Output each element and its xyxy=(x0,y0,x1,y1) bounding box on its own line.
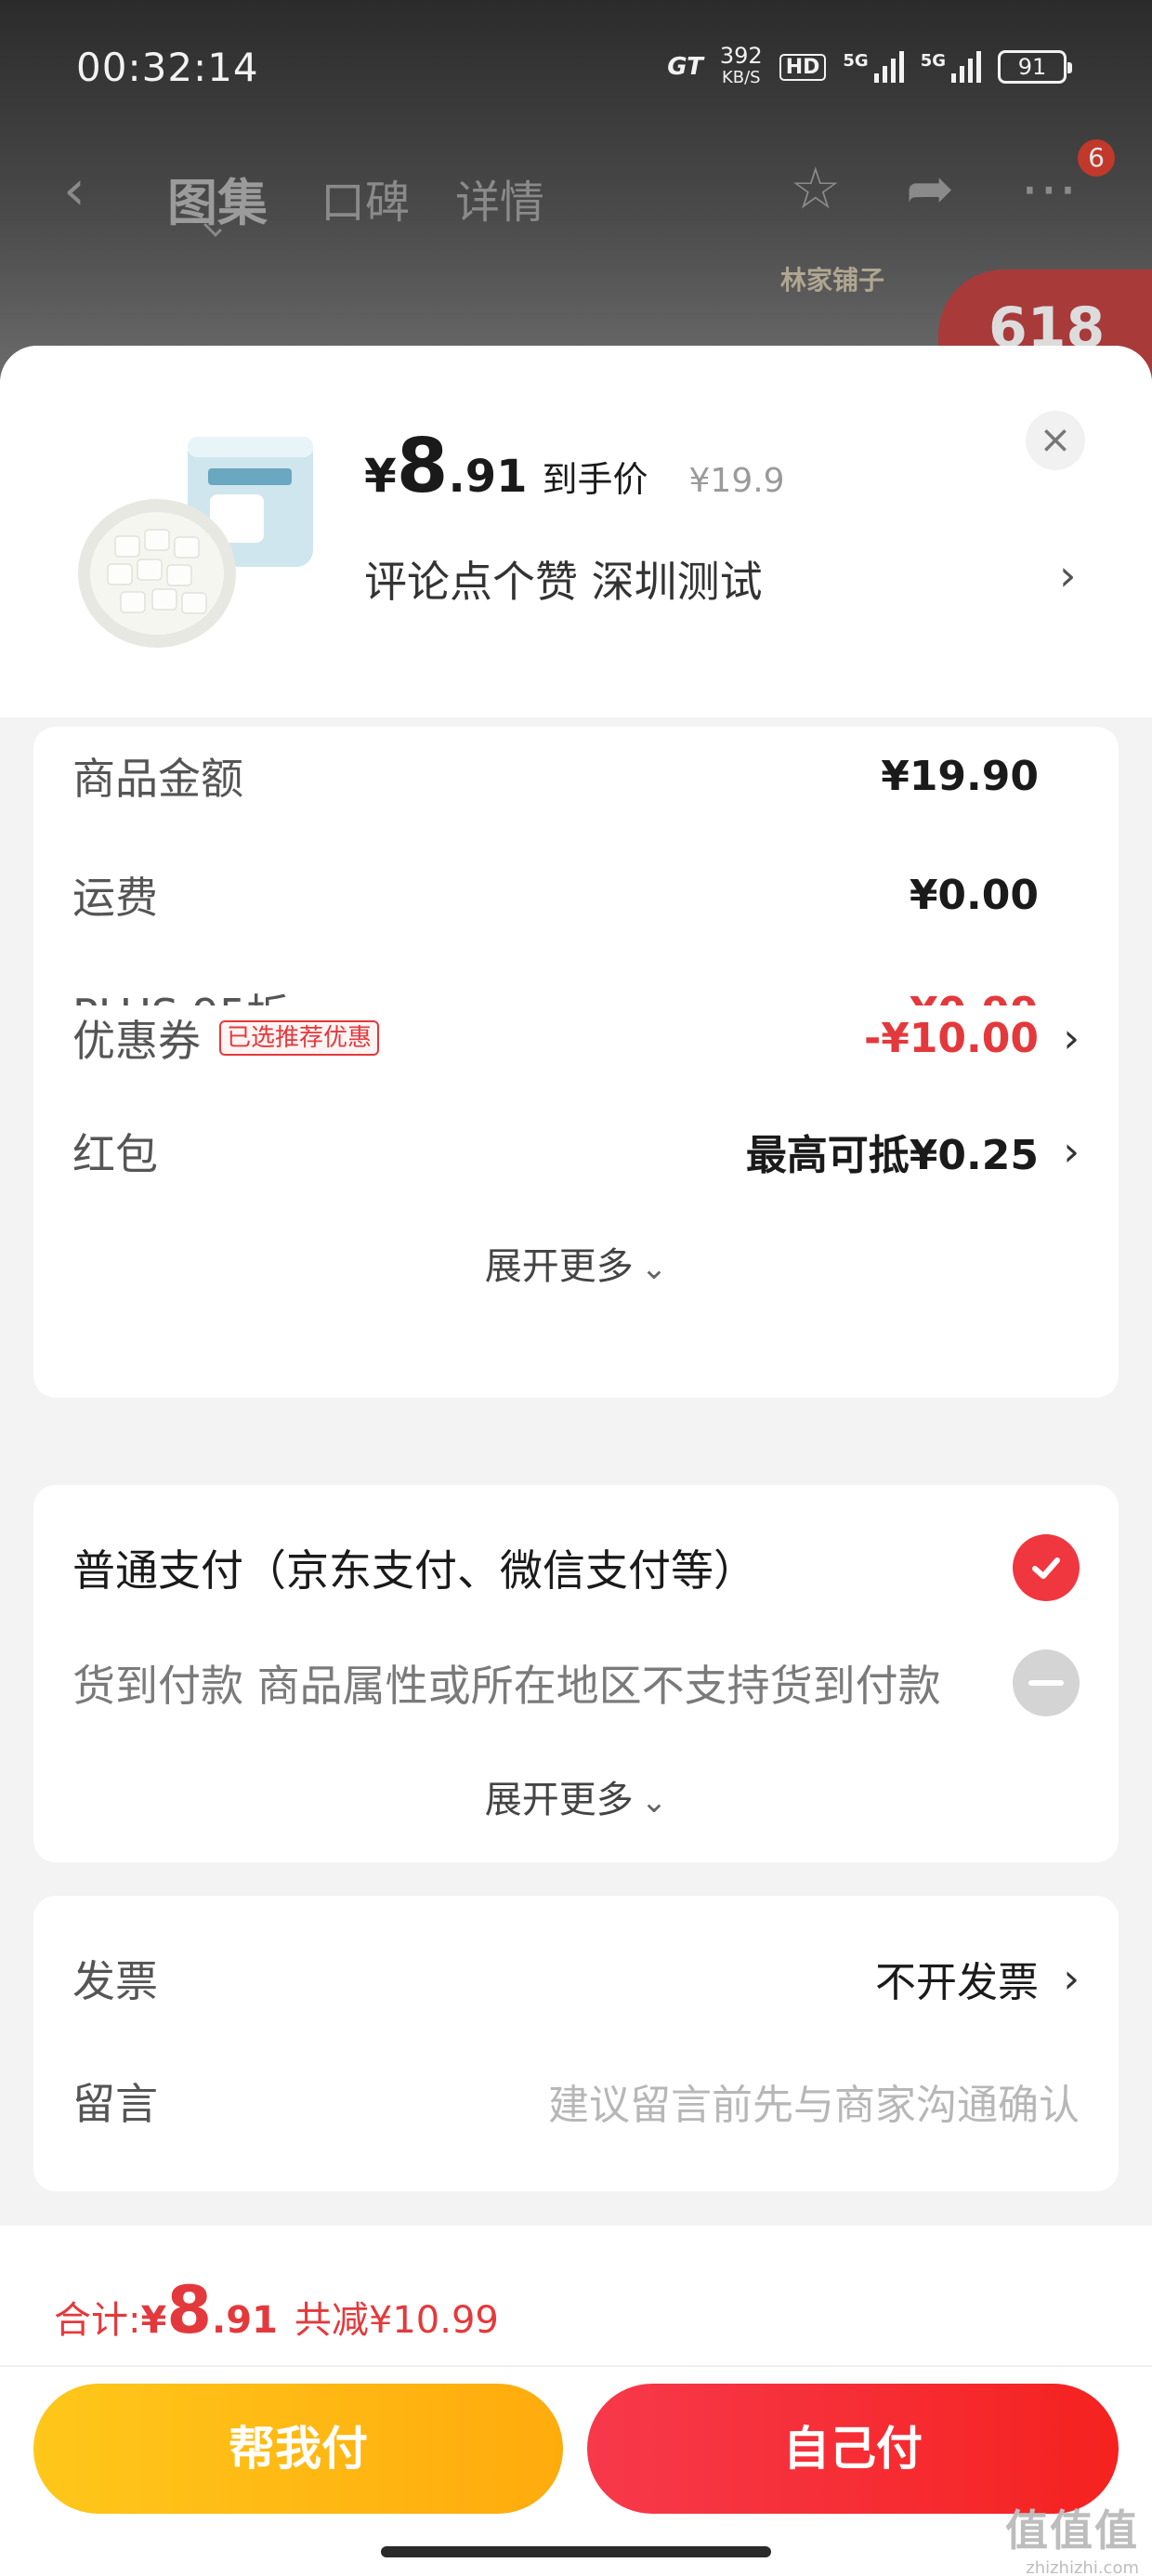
row-label: 商品金额 xyxy=(72,754,243,804)
signal-label: 5G xyxy=(920,51,946,71)
coupon-tag: 已选推荐优惠 xyxy=(219,1020,380,1056)
message-row[interactable]: 留言 建议留言前先与商家沟通确认 xyxy=(72,2069,1080,2134)
row-value: ¥19.90 xyxy=(881,752,1039,800)
price-symbol: ¥ xyxy=(364,449,397,503)
price-row-goods: 商品金额 ¥19.90 xyxy=(72,743,1080,808)
chevron-left-icon[interactable]: ‹ xyxy=(63,163,100,218)
total-decimal: .91 xyxy=(212,2299,278,2342)
product-image xyxy=(69,420,329,652)
net-speed-unit: KB/S xyxy=(721,68,761,87)
row-label: 运费 xyxy=(72,873,158,923)
payment-option-label: 货到付款 商品属性或所在地区不支持货到付款 xyxy=(72,1661,941,1711)
checkout-footer: 合计: ¥ 8 .91 共减¥10.99 帮我付 自己付 值值值 zhizhiz… xyxy=(0,2226,1152,2576)
invoice-row[interactable]: 发票 不开发票 › xyxy=(72,1946,1080,2011)
row-value: -¥10.00 › xyxy=(863,1014,1080,1062)
original-price: ¥19.9 xyxy=(688,462,785,500)
watermark-logo: 值值值 xyxy=(1005,2505,1139,2556)
close-button[interactable]: × xyxy=(1026,411,1085,470)
chevron-down-icon: ⌄ xyxy=(640,1783,668,1820)
price-row-coupon[interactable]: 优惠券 已选推荐优惠 -¥10.00 › xyxy=(72,1005,1080,1071)
star-icon[interactable]: ☆ xyxy=(790,160,842,217)
payment-option-cod: 货到付款 商品属性或所在地区不支持货到付款 xyxy=(72,1649,1080,1716)
price-row-red-packet[interactable]: 红包 最高可抵¥0.25 › xyxy=(72,1119,1080,1184)
expand-more-button[interactable]: 展开更多 ⌄ xyxy=(33,1236,1119,1290)
product-nav-bar: ‹ 图集 口碑 详情 ☆ ➦ ⋯ 6 xyxy=(0,139,1152,242)
background-brand-label: 林家铺子 xyxy=(780,265,885,296)
signal-label: 5G xyxy=(843,51,869,71)
pay-myself-button[interactable]: 自己付 xyxy=(587,2384,1119,2514)
status-time: 00:32:14 xyxy=(76,45,259,90)
net-speed-value: 392 xyxy=(719,43,763,69)
chevron-down-icon: ⌄ xyxy=(640,1250,668,1287)
order-total: 合计: ¥ 8 .91 共减¥10.99 xyxy=(54,2272,499,2348)
price-row-shipping: 运费 ¥0.00 xyxy=(72,862,1080,927)
expand-more-button[interactable]: 展开更多 ⌄ xyxy=(33,1769,1119,1823)
home-indicator[interactable] xyxy=(381,2546,771,2557)
hd-badge: HD xyxy=(779,53,827,81)
total-label: 合计: xyxy=(54,2299,141,2342)
price-integer: 8 xyxy=(396,423,449,509)
product-summary: ¥ 8 .91 到手价 ¥19.9 评论点个赞 深圳测试 › × xyxy=(0,346,1152,717)
battery-level: 91 xyxy=(1017,54,1047,80)
chevron-right-icon: › xyxy=(1063,1127,1080,1176)
chevron-right-icon[interactable]: › xyxy=(1059,550,1076,600)
product-spec[interactable]: 评论点个赞 深圳测试 xyxy=(364,548,763,610)
message-label: 留言 xyxy=(72,2079,158,2129)
payment-option-label: 普通支付（京东支付、微信支付等） xyxy=(72,1545,756,1596)
check-icon[interactable] xyxy=(1013,1534,1080,1601)
battery-icon: 91 xyxy=(998,50,1072,84)
invoice-value: 不开发票 › xyxy=(875,1954,1080,2007)
disabled-icon xyxy=(1013,1649,1080,1716)
tab-details[interactable]: 详情 xyxy=(455,165,544,230)
payment-method-card: 普通支付（京东支付、微信支付等） 货到付款 商品属性或所在地区不支持货到付款 展… xyxy=(33,1485,1119,1862)
final-price: ¥ 8 .91 到手价 ¥19.9 xyxy=(364,429,785,504)
row-value: 最高可抵¥0.25 › xyxy=(745,1127,1080,1180)
total-integer: 8 xyxy=(166,2272,213,2348)
tab-gallery[interactable]: 图集 xyxy=(167,162,268,235)
status-bar: 00:32:14 GT 392 KB/S HD 5G 5G 91 xyxy=(0,0,1152,139)
signal-icon: 5G xyxy=(921,51,981,83)
price-label: 到手价 xyxy=(542,459,648,500)
message-input[interactable]: 建议留言前先与商家沟通确认 xyxy=(548,2071,1080,2131)
message-count-badge: 6 xyxy=(1078,139,1115,177)
row-value: ¥0.00 xyxy=(909,871,1039,919)
divider xyxy=(0,2365,1152,2367)
row-label: 红包 xyxy=(72,1129,158,1179)
price-decimal: .91 xyxy=(448,451,528,503)
chevron-right-icon: › xyxy=(1063,1954,1080,2003)
share-icon[interactable]: ➦ xyxy=(906,160,954,217)
invoice-message-card: 发票 不开发票 › 留言 建议留言前先与商家沟通确认 xyxy=(33,1896,1119,2191)
tab-reviews[interactable]: 口碑 xyxy=(321,165,410,230)
more-icon[interactable]: ⋯ xyxy=(1020,160,1078,217)
signal-icon: 5G xyxy=(843,51,904,83)
help-me-pay-button[interactable]: 帮我付 xyxy=(33,2384,563,2514)
carrier-logo: GT xyxy=(667,53,703,81)
watermark-site: zhizhizhi.com xyxy=(1026,2558,1139,2576)
total-symbol: ¥ xyxy=(140,2299,167,2342)
payment-option-normal[interactable]: 普通支付（京东支付、微信支付等） xyxy=(72,1534,1080,1601)
net-speed: 392 KB/S xyxy=(720,45,763,89)
total-saved: 共减¥10.99 xyxy=(294,2299,499,2342)
status-icons: GT 392 KB/S HD 5G 5G 91 xyxy=(667,45,1072,89)
site-watermark: 值值值 zhizhizhi.com xyxy=(1005,2497,1139,2576)
row-label: 优惠券 已选推荐优惠 xyxy=(72,1007,380,1069)
chevron-right-icon: › xyxy=(1063,1014,1080,1062)
invoice-label: 发票 xyxy=(72,1956,158,2006)
price-details-card-continued: 优惠券 已选推荐优惠 -¥10.00 › 红包 最高可抵¥0.25 › 展开更多 ⌄ xyxy=(33,1005,1119,1398)
